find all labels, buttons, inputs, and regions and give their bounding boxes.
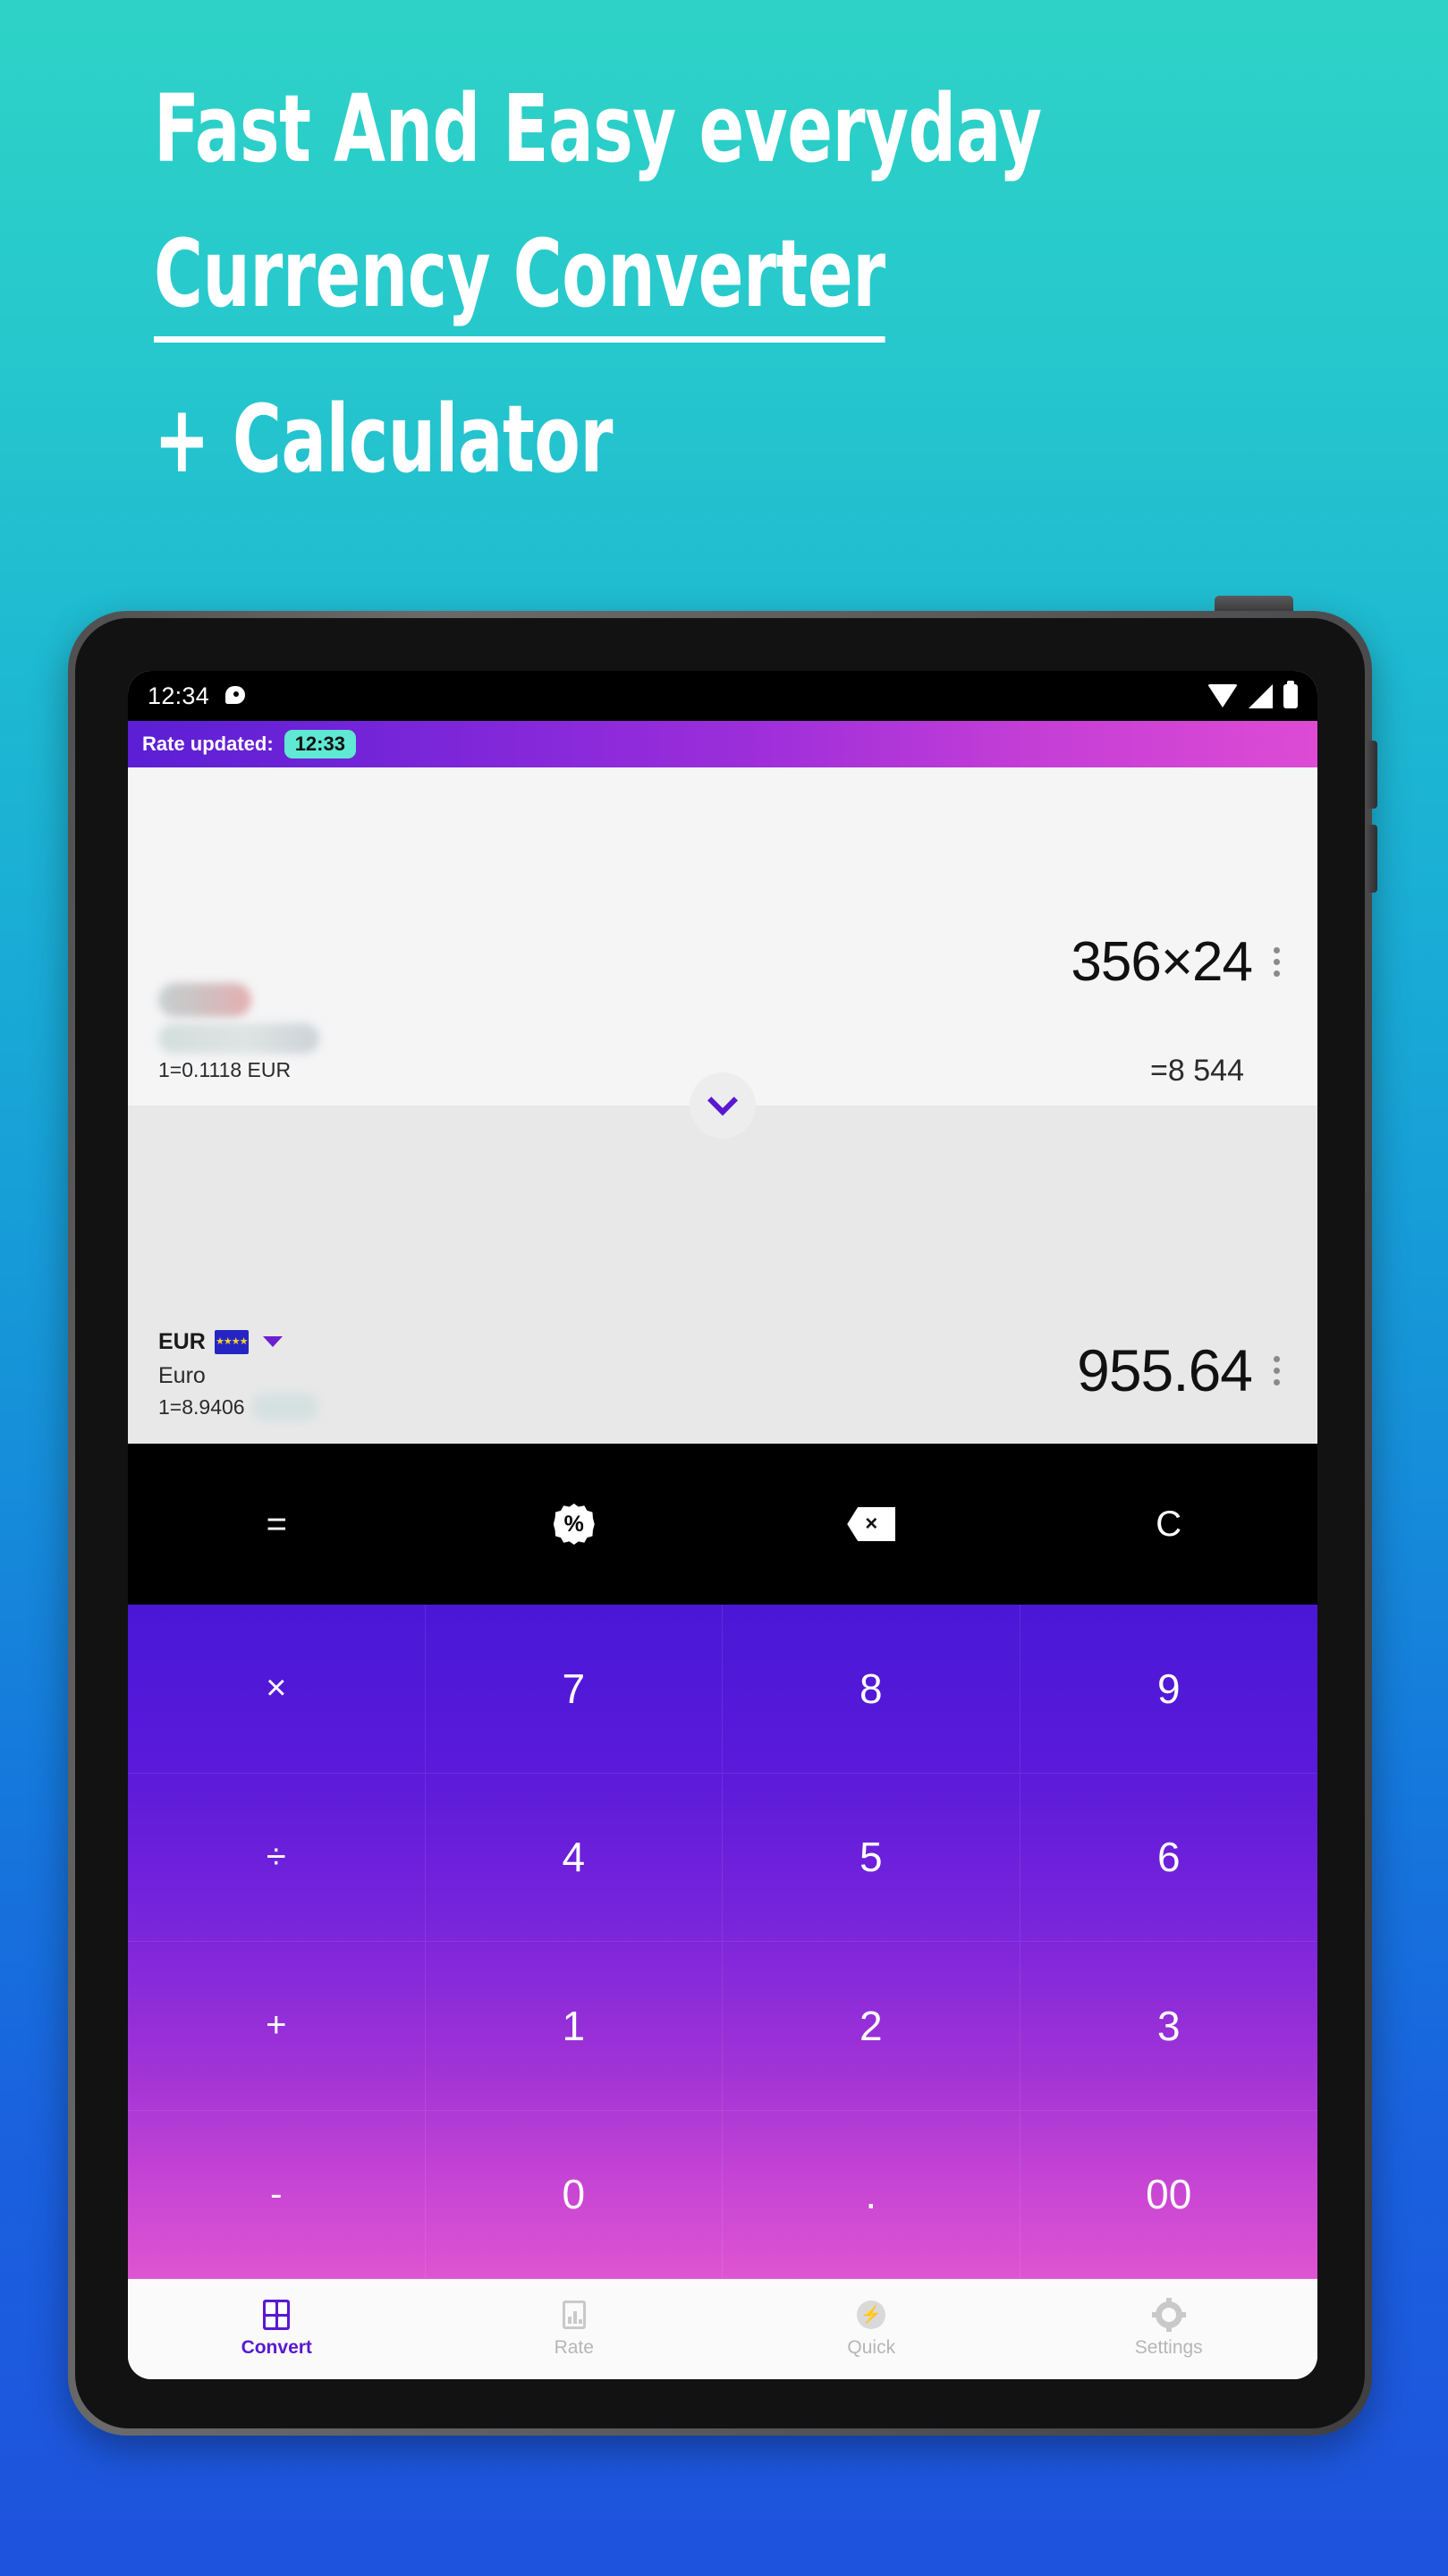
from-rate-text: 1=0.1118 EUR	[158, 1058, 292, 1081]
gear-icon	[1151, 2298, 1186, 2332]
key-minus[interactable]: -	[128, 2110, 426, 2279]
calculator-icon	[261, 2300, 292, 2330]
key-7[interactable]: 7	[425, 1605, 723, 1774]
from-amount-area[interactable]: 356×24	[1071, 930, 1287, 994]
nav-label-convert: Convert	[241, 2337, 312, 2358]
converter-row-to[interactable]: 955.64 EUR ★★★★ Euro 1=8.9406	[128, 1106, 1317, 1444]
key-divide[interactable]: ÷	[128, 1773, 426, 1942]
key-4[interactable]: 4	[425, 1773, 723, 1942]
promo-line-3: + Calculator	[154, 385, 613, 494]
nav-item-quick[interactable]: ⚡ Quick	[723, 2279, 1020, 2379]
clear-button[interactable]: C	[1020, 1444, 1318, 1605]
bottom-navigation: Convert Rate ⚡ Quick Settings	[128, 2279, 1317, 2379]
percent-button[interactable]: %	[426, 1444, 724, 1605]
device-screen: 12:34 Rate updated: 12:33 356×24 =8 544 …	[128, 671, 1317, 2379]
to-currency-block[interactable]: EUR ★★★★ Euro 1=8.9406	[158, 1326, 318, 1420]
clear-label: C	[1156, 1504, 1182, 1544]
key-9[interactable]: 9	[1020, 1605, 1317, 1774]
key-2[interactable]: 2	[723, 1942, 1020, 2111]
nav-label-settings: Settings	[1134, 2337, 1203, 2358]
key-double-zero[interactable]: 00	[1020, 2111, 1317, 2279]
from-expression[interactable]: 356×24	[1071, 930, 1253, 994]
key-plus[interactable]: +	[128, 1942, 426, 2111]
key-0[interactable]: 0	[425, 2110, 723, 2279]
to-currency-name: Euro	[158, 1363, 206, 1388]
from-currency-name-redacted	[158, 1023, 319, 1054]
key-decimal[interactable]: .	[723, 2110, 1020, 2279]
promo-line-2: Currency Converter	[154, 227, 885, 343]
volume-down-button[interactable]	[1367, 825, 1377, 893]
chat-bubble-icon	[225, 684, 249, 708]
status-bar-icons	[1207, 680, 1298, 708]
equals-button[interactable]: =	[128, 1444, 426, 1605]
promo-line-1: Fast And Easy everyday	[154, 74, 1042, 183]
nav-item-rate[interactable]: Rate	[426, 2279, 724, 2379]
key-8[interactable]: 8	[723, 1605, 1020, 1774]
key-6[interactable]: 6	[1020, 1774, 1317, 1942]
equals-label: =	[266, 1504, 287, 1544]
eu-flag-icon: ★★★★	[214, 1329, 249, 1354]
flash-circle-icon: ⚡	[856, 2300, 886, 2330]
calculator-keypad: × 7 8 9 ÷ 4 5 6 + 1 2 3 - 0 . 00	[128, 1605, 1317, 2279]
battery-icon	[1283, 680, 1298, 708]
to-rate-suffix-redacted	[251, 1394, 318, 1420]
wifi-icon	[1207, 684, 1238, 708]
volume-up-button[interactable]	[1367, 741, 1377, 809]
from-result: =8 544	[1150, 1054, 1244, 1088]
status-bar-time: 12:34	[148, 682, 210, 709]
to-currency-code: EUR	[158, 1328, 206, 1354]
kebab-menu-icon[interactable]	[1266, 942, 1287, 982]
key-1[interactable]: 1	[425, 1942, 723, 2111]
nav-item-settings[interactable]: Settings	[1020, 2279, 1318, 2379]
from-currency-block[interactable]: 1=0.1118 EUR	[158, 983, 319, 1082]
swap-currencies-button[interactable]	[690, 1072, 756, 1139]
converter-section: 356×24 =8 544 1=0.1118 EUR 955.64 EUR ★★…	[128, 767, 1317, 1444]
from-currency-code-redacted[interactable]	[158, 983, 251, 1017]
rate-updated-time-badge: 12:33	[284, 730, 356, 758]
nav-label-quick: Quick	[847, 2337, 896, 2358]
kebab-menu-icon[interactable]	[1266, 1351, 1287, 1391]
backspace-button[interactable]: ×	[723, 1444, 1020, 1605]
backspace-icon: ×	[847, 1507, 896, 1541]
key-5[interactable]: 5	[723, 1773, 1020, 1942]
to-amount-area[interactable]: 955.64	[1077, 1336, 1287, 1404]
signal-icon	[1249, 683, 1273, 708]
rate-updated-label: Rate updated:	[142, 733, 274, 755]
to-amount[interactable]: 955.64	[1077, 1336, 1253, 1404]
nav-label-rate: Rate	[554, 2337, 594, 2358]
nav-item-convert[interactable]: Convert	[128, 2279, 426, 2379]
percent-badge-icon: %	[553, 1504, 595, 1545]
to-currency-selector[interactable]: EUR ★★★★	[158, 1326, 318, 1357]
chart-icon	[559, 2300, 589, 2330]
chevron-down-icon	[707, 1085, 738, 1116]
caret-down-icon[interactable]	[262, 1336, 283, 1347]
key-3[interactable]: 3	[1020, 1942, 1317, 2111]
function-row: = % × C	[128, 1444, 1317, 1605]
converter-row-from[interactable]: 356×24 =8 544 1=0.1118 EUR	[128, 767, 1317, 1106]
key-multiply[interactable]: ×	[128, 1605, 426, 1774]
to-rate-text: 1=8.9406	[158, 1394, 245, 1419]
rate-updated-bar: Rate updated: 12:33	[128, 721, 1317, 767]
to-rate-row: 1=8.9406	[158, 1394, 318, 1420]
promo-headline: Fast And Easy everyday Currency Converte…	[154, 82, 1227, 486]
status-bar: 12:34	[128, 671, 1317, 721]
